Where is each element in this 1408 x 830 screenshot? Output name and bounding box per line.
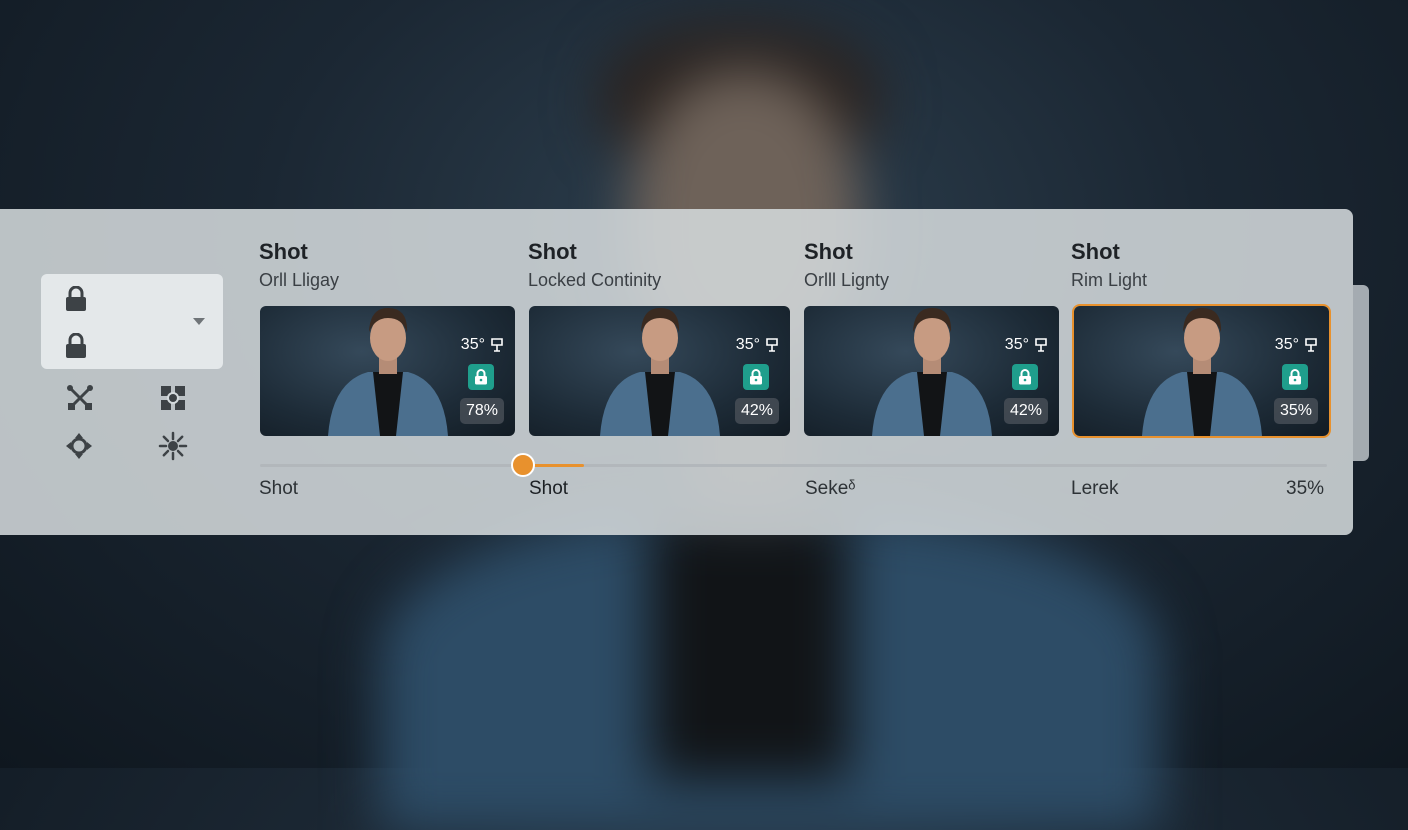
shot-thumbnail[interactable]: 35° 42% bbox=[804, 306, 1059, 436]
angle-readout: 35° bbox=[1275, 336, 1319, 354]
lock-dropdown[interactable] bbox=[41, 274, 223, 369]
portrait-image bbox=[871, 308, 992, 436]
timeline-label: Shot bbox=[259, 478, 299, 499]
timeline-label: Lerek bbox=[1071, 478, 1119, 499]
shot-subtitle: Orlll Lignty bbox=[804, 270, 890, 290]
timeline-track[interactable] bbox=[260, 464, 1327, 467]
lock-icon bbox=[66, 286, 86, 311]
lock-badge[interactable] bbox=[1282, 364, 1308, 390]
portrait-image bbox=[1141, 308, 1262, 436]
shot-column: Shot Locked Continity 35° 42% bbox=[528, 239, 790, 436]
intensity-badge: 42% bbox=[735, 398, 779, 424]
shot-title: Shot bbox=[804, 239, 853, 264]
lock-icon bbox=[1019, 369, 1031, 385]
shot-column: Shot Orlll Lignty 35° 42% bbox=[804, 239, 1059, 436]
intensity-badge: 42% bbox=[1004, 398, 1048, 424]
light-stand-icon bbox=[1305, 338, 1317, 352]
shot-column: Shot Orll Lligay 35° 78% bbox=[259, 239, 515, 436]
lock-icon bbox=[66, 333, 86, 358]
timeline-value: 35% bbox=[1286, 478, 1325, 499]
spotlight-icon[interactable] bbox=[64, 431, 94, 461]
intensity-badge: 78% bbox=[460, 398, 504, 424]
lock-icon bbox=[750, 369, 762, 385]
angle-value: 35° bbox=[1004, 336, 1029, 353]
timeline-label-active: Shot bbox=[529, 478, 569, 499]
portrait-image bbox=[599, 308, 720, 436]
lock-icon bbox=[475, 369, 487, 385]
lock-badge[interactable] bbox=[743, 364, 769, 390]
angle-readout: 35° bbox=[736, 336, 780, 354]
light-stand-icon bbox=[766, 338, 778, 352]
crossed-tools-icon[interactable] bbox=[65, 383, 95, 413]
angle-value: 35° bbox=[1274, 336, 1299, 353]
intensity-badge: 35% bbox=[1274, 398, 1318, 424]
sun-icon[interactable] bbox=[158, 431, 188, 461]
shot-subtitle: Locked Continity bbox=[528, 270, 662, 290]
angle-readout: 35° bbox=[461, 336, 505, 354]
shot-thumbnail[interactable]: 35° 78% bbox=[260, 306, 515, 436]
timeline-label: Sekeᵟ bbox=[805, 478, 856, 499]
light-stand-icon bbox=[491, 338, 503, 352]
light-stand-icon bbox=[1035, 338, 1047, 352]
lock-badge[interactable] bbox=[468, 364, 494, 390]
portrait-image bbox=[327, 308, 448, 436]
lock-badge[interactable] bbox=[1012, 364, 1038, 390]
shot-thumbnail[interactable]: 35° 42% bbox=[529, 306, 790, 436]
timeline-scrubber-handle[interactable] bbox=[511, 453, 535, 477]
chevron-down-icon bbox=[193, 318, 205, 325]
shot-subtitle: Orll Lligay bbox=[259, 270, 340, 290]
angle-value: 35° bbox=[460, 336, 485, 353]
shot-subtitle: Rim Light bbox=[1071, 270, 1148, 290]
shot-title: Shot bbox=[259, 239, 308, 264]
angle-value: 35° bbox=[735, 336, 760, 353]
shot-title: Shot bbox=[528, 239, 577, 264]
shot-column: Shot Rim Light 35° 35% bbox=[1071, 239, 1329, 436]
panel-collapse-handle[interactable] bbox=[1353, 285, 1369, 461]
shot-title: Shot bbox=[1071, 239, 1120, 264]
angle-readout: 35° bbox=[1005, 336, 1049, 354]
light-grid-icon[interactable] bbox=[158, 383, 188, 413]
shot-thumbnail-selected[interactable]: 35° 35% bbox=[1074, 306, 1329, 436]
lock-icon bbox=[1289, 369, 1301, 385]
